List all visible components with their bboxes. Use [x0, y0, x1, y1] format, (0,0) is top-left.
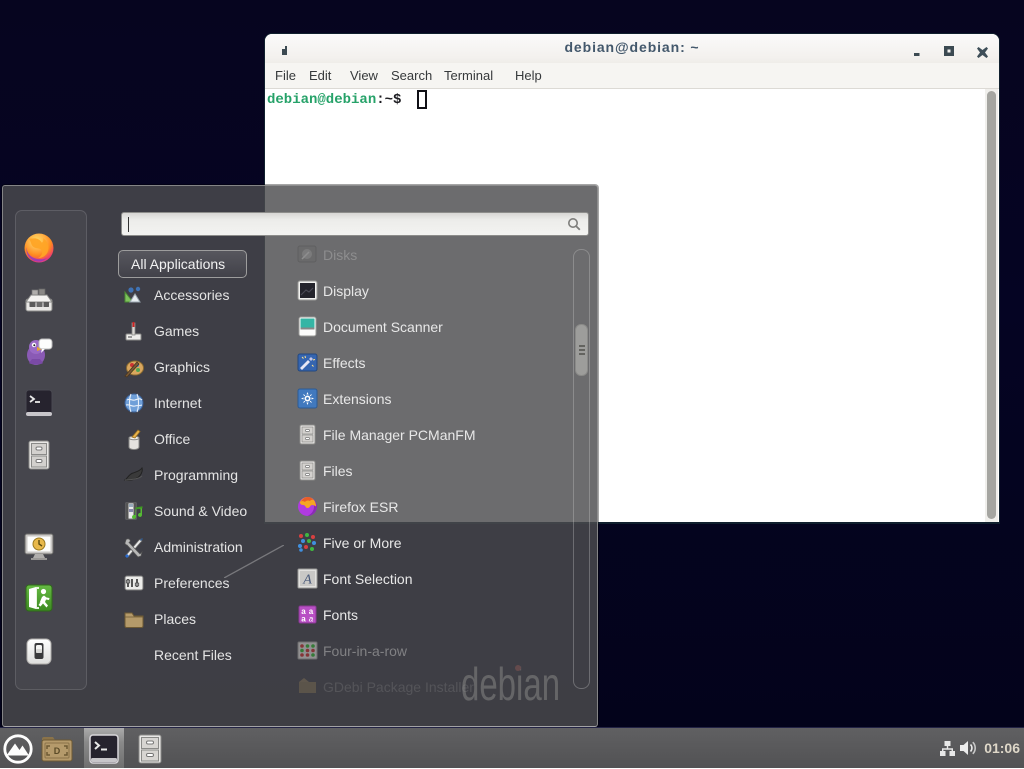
svg-text:D: D: [54, 746, 61, 756]
svg-text:A: A: [302, 573, 312, 588]
svg-text:a: a: [309, 615, 314, 624]
svg-text:a: a: [301, 615, 306, 624]
